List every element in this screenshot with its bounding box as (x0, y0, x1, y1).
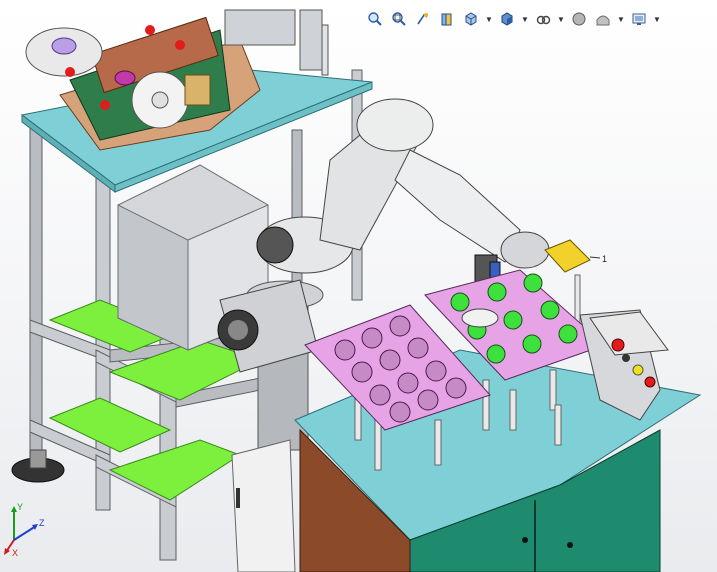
leveling-foot (11, 449, 65, 483)
triad-z-label: Z (39, 518, 45, 528)
view-orientation-icon[interactable] (460, 8, 482, 30)
view-orientation-dropdown-icon[interactable]: ▼ (484, 8, 494, 30)
zoom-to-area-icon[interactable] (388, 8, 410, 30)
zoom-to-fit-icon[interactable] (364, 8, 386, 30)
triad-x-label: X (12, 548, 19, 558)
hide-show-items-icon[interactable] (532, 8, 554, 30)
apply-scene-dropdown-icon[interactable]: ▼ (616, 8, 626, 30)
orientation-triad: Y Z X (2, 500, 50, 560)
apply-scene-icon[interactable] (592, 8, 614, 30)
heads-up-view-toolbar: ▼ ▼ ▼ ▼ ▼ (364, 6, 664, 32)
display-style-icon[interactable] (496, 8, 518, 30)
view-settings-icon[interactable] (628, 8, 650, 30)
view-settings-dropdown-icon[interactable]: ▼ (652, 8, 662, 30)
hide-show-items-dropdown-icon[interactable]: ▼ (556, 8, 566, 30)
model-viewport[interactable]: 1 (0, 0, 717, 572)
triad-y-label: Y (17, 502, 24, 512)
display-style-dropdown-icon[interactable]: ▼ (520, 8, 530, 30)
callout-label: 1 (602, 254, 607, 264)
previous-view-icon[interactable] (412, 8, 434, 30)
section-view-icon[interactable] (436, 8, 458, 30)
gripper-plate (544, 239, 601, 273)
edit-appearance-icon[interactable] (568, 8, 590, 30)
